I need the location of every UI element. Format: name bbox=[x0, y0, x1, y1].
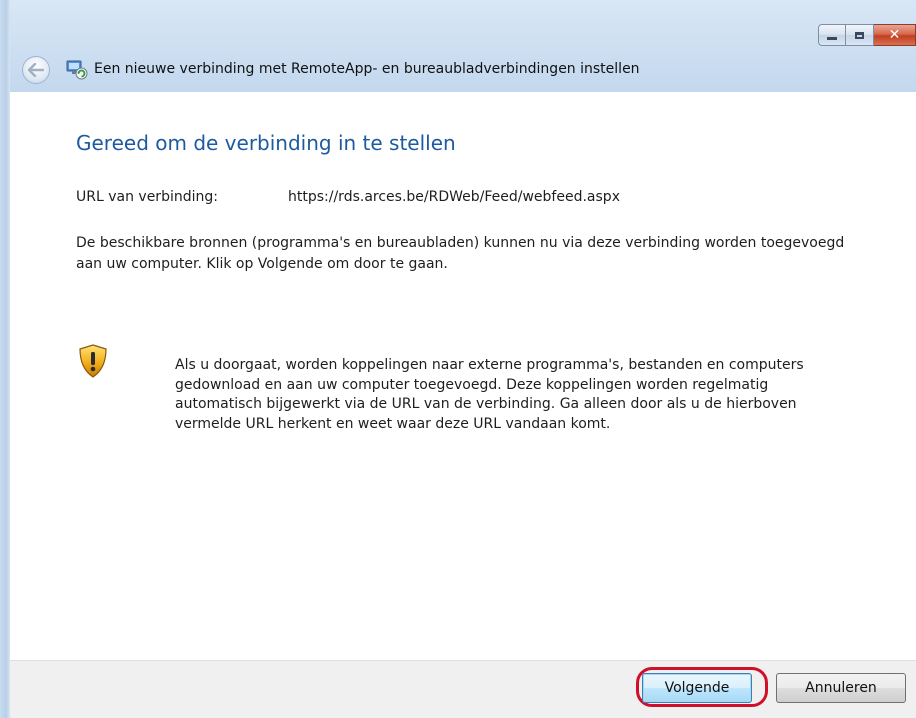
description-text: De beschikbare bronnen (programma's en b… bbox=[76, 235, 845, 272]
close-icon: ✕ bbox=[888, 27, 901, 43]
warning-text: Als u doorgaat, worden koppelingen naar … bbox=[175, 357, 804, 432]
minimize-button[interactable] bbox=[818, 24, 846, 46]
url-value: https://rds.arces.be/RDWeb/Feed/webfeed.… bbox=[288, 189, 620, 205]
minimize-icon bbox=[827, 36, 837, 40]
back-button[interactable] bbox=[22, 56, 50, 84]
security-shield-warning-icon bbox=[79, 344, 107, 378]
back-arrow-icon bbox=[28, 63, 44, 77]
window-title: Een nieuwe verbinding met RemoteApp- en … bbox=[94, 61, 640, 77]
button-bar: Volgende Annuleren bbox=[10, 660, 916, 718]
maximize-icon bbox=[855, 31, 864, 39]
url-label: URL van verbinding: bbox=[76, 189, 218, 205]
caption-buttons: ✕ bbox=[818, 24, 916, 46]
remoteapp-connection-icon bbox=[66, 60, 88, 80]
page-title: Gereed om de verbinding in te stellen bbox=[76, 131, 456, 155]
wizard-content: Gereed om de verbinding in te stellen UR… bbox=[10, 92, 916, 660]
window-frame-left bbox=[0, 0, 10, 718]
title-bar[interactable]: ✕ Een nieuwe verbinding met RemoteApp- e… bbox=[0, 0, 916, 92]
close-button[interactable]: ✕ bbox=[874, 24, 916, 46]
next-button[interactable]: Volgende bbox=[642, 673, 752, 703]
wizard-window: ✕ Een nieuwe verbinding met RemoteApp- e… bbox=[0, 0, 916, 718]
cancel-button[interactable]: Annuleren bbox=[776, 673, 906, 703]
maximize-button[interactable] bbox=[846, 24, 874, 46]
